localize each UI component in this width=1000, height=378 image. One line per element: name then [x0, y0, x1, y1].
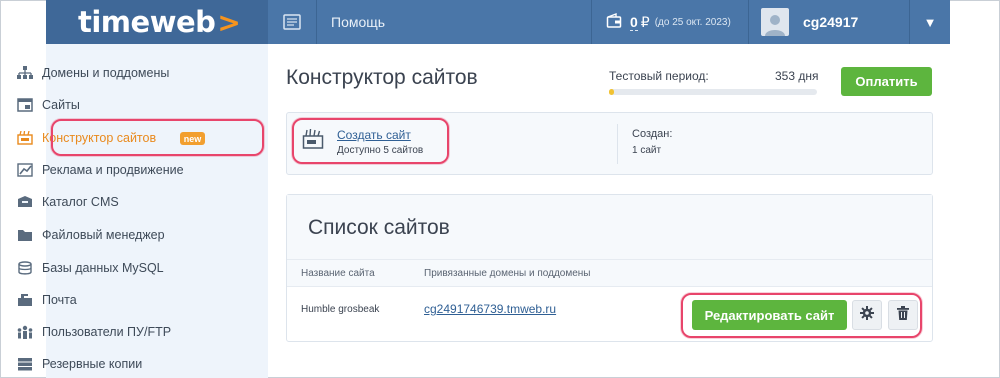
sidebar-item-domains[interactable]: Домены и поддомены	[16, 62, 169, 84]
user-menu[interactable]: cg24917	[749, 0, 909, 44]
balance-widget[interactable]: 0 ₽ (до 25 окт. 2023)	[592, 0, 748, 44]
constructor-icon	[16, 130, 34, 146]
trial-days: 353 дня	[775, 69, 819, 83]
sidebar-item-label: Каталог CMS	[42, 195, 119, 209]
balance-amount[interactable]: 0	[630, 14, 638, 31]
chart-icon	[16, 162, 34, 178]
sidebar-item-files[interactable]: Файловый менеджер	[16, 224, 165, 246]
sidebar-item-mysql[interactable]: Базы данных MySQL	[16, 257, 164, 279]
box-icon	[16, 194, 34, 210]
database-icon	[16, 260, 34, 276]
chevron-down-icon[interactable]: ▼	[910, 0, 950, 44]
created-value: 1 сайт	[632, 145, 662, 156]
sites-list-title: Список сайтов	[308, 216, 450, 239]
sidebar-item-ads[interactable]: Реклама и продвижение	[16, 159, 184, 181]
site-domain-link[interactable]: cg2491746739.tmweb.ru	[424, 302, 556, 316]
site-name-cell: Humble grosbeak	[301, 304, 380, 315]
logo-text: timeweb	[78, 5, 216, 39]
sidebar-item-backups[interactable]: Резервные копии	[16, 353, 142, 375]
sidebar-item-label: Почта	[42, 293, 77, 307]
wallet-icon	[606, 12, 622, 32]
sidebar-item-ftp-users[interactable]: Пользователи ПУ/FTP	[16, 321, 171, 343]
help-icon[interactable]	[268, 0, 316, 44]
window-icon	[16, 97, 34, 113]
divider	[617, 124, 618, 164]
column-header-domains: Привязанные домены и поддомены	[424, 268, 591, 279]
sidebar-item-label: Резервные копии	[42, 357, 143, 371]
page-title: Конструктор сайтов	[286, 66, 478, 89]
highlight-outline	[292, 118, 449, 164]
sidebar-item-label: Домены и поддомены	[42, 66, 170, 80]
sidebar-item-label: Файловый менеджер	[42, 228, 165, 242]
table-header-row	[287, 259, 932, 287]
trial-label: Тестовый период:	[609, 69, 709, 83]
balance-until: (до 25 окт. 2023)	[654, 16, 731, 28]
mailbox-icon	[16, 292, 34, 308]
sidebar-item-cms[interactable]: Каталог CMS	[16, 191, 119, 213]
sidebar-item-sites[interactable]: Сайты	[16, 94, 80, 116]
sidebar-item-label: Сайты	[42, 98, 80, 112]
username: cg24917	[803, 14, 859, 30]
help-link[interactable]: Помощь	[317, 0, 591, 44]
top-bar: timeweb > Помощь 0 ₽ (до 25 окт. 2023) c…	[46, 0, 950, 44]
sitemap-icon	[16, 65, 34, 81]
highlight-outline	[681, 293, 922, 338]
sidebar-item-label: Реклама и продвижение	[42, 163, 184, 177]
highlight-outline	[51, 119, 264, 156]
users-icon	[16, 324, 34, 340]
balance-currency: ₽	[640, 13, 650, 30]
trial-progress-bar	[609, 89, 817, 95]
pay-button[interactable]: Оплатить	[841, 67, 932, 96]
sidebar-item-label: Базы данных MySQL	[42, 261, 164, 275]
sidebar-item-label: Пользователи ПУ/FTP	[42, 325, 172, 339]
sidebar-item-mail[interactable]: Почта	[16, 289, 77, 311]
trial-progress-fill	[609, 89, 614, 95]
logo-chevron: >	[217, 5, 241, 39]
column-header-name: Название сайта	[301, 268, 375, 279]
created-label: Создан:	[632, 128, 673, 140]
folder-icon	[16, 227, 34, 243]
logo[interactable]: timeweb >	[46, 0, 268, 44]
server-icon	[16, 356, 34, 372]
avatar	[761, 8, 789, 36]
